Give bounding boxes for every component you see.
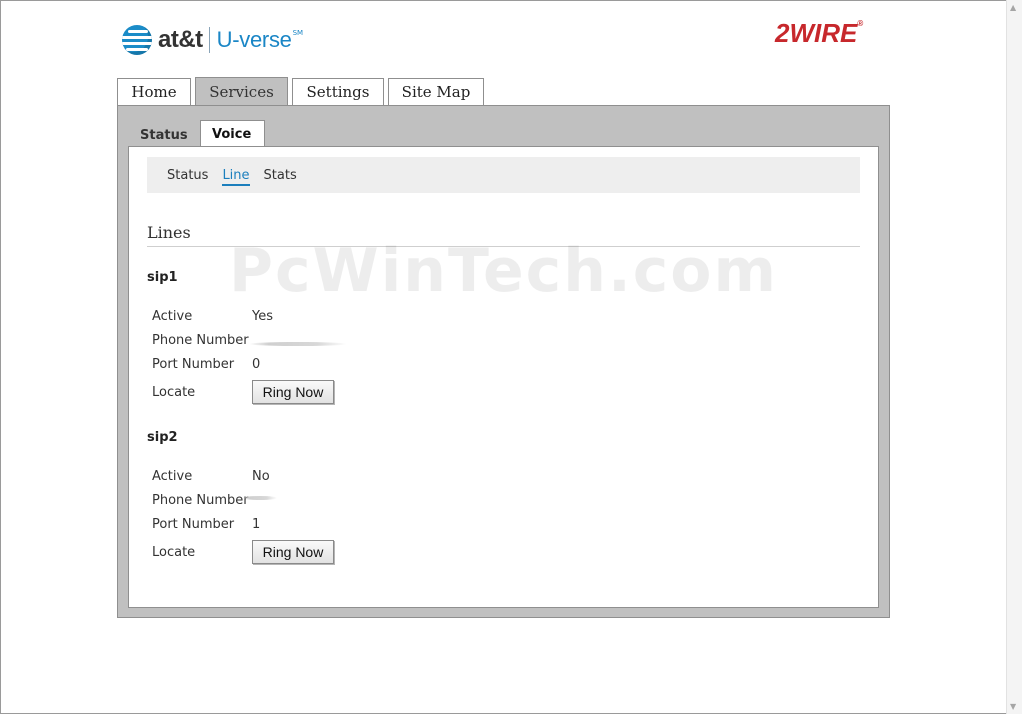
tab-services[interactable]: Services <box>195 77 288 106</box>
line-name-sip1: sip1 <box>147 270 178 285</box>
tab-home[interactable]: Home <box>117 78 191 105</box>
tab-settings[interactable]: Settings <box>292 78 384 105</box>
voice-subnav: Status Line Stats <box>147 157 860 193</box>
services-panel: Status Voice Status Line Stats Lines sip… <box>117 105 890 618</box>
port-number-value: 0 <box>252 357 261 372</box>
active-label: Active <box>152 469 193 484</box>
locate-label: Locate <box>152 385 196 400</box>
voice-content: Status Line Stats Lines sip1 Active Yes … <box>128 146 879 608</box>
lines-heading: Lines <box>147 223 860 247</box>
ring-now-button-sip1[interactable]: Ring Now <box>252 380 334 404</box>
tab-site-map[interactable]: Site Map <box>388 78 484 105</box>
subtab-status[interactable]: Status <box>129 122 197 148</box>
att-wordmark: at&t <box>158 26 203 53</box>
active-value: Yes <box>252 309 273 324</box>
port-number-label: Port Number <box>152 357 235 372</box>
subtab-voice[interactable]: Voice <box>200 120 265 148</box>
twowire-logo: 2WIRE® <box>775 18 863 49</box>
subnav-stats-link[interactable]: Stats <box>264 168 297 183</box>
port-number-label: Port Number <box>152 517 235 532</box>
main-navigation-tabs: Home Services Settings Site Map <box>117 77 488 107</box>
uverse-trademark: SM <box>292 29 304 37</box>
subnav-line-link[interactable]: Line <box>222 168 250 186</box>
scroll-up-icon[interactable]: ▲ <box>1010 3 1016 12</box>
twowire-registered-mark: ® <box>857 19 864 29</box>
phone-number-redacted <box>249 342 347 346</box>
ring-now-button-sip2[interactable]: Ring Now <box>252 540 334 564</box>
vertical-scrollbar[interactable]: ▲ ▼ <box>1006 0 1022 714</box>
services-sub-tabs: Status Voice <box>129 120 269 148</box>
line-name-sip2: sip2 <box>147 430 178 445</box>
active-value: No <box>252 469 270 484</box>
port-number-value: 1 <box>252 517 261 532</box>
att-globe-icon <box>122 25 152 55</box>
twowire-wordmark: 2WIRE <box>775 18 858 48</box>
active-label: Active <box>152 309 193 324</box>
subnav-status-link[interactable]: Status <box>167 168 208 183</box>
logo-divider <box>208 27 210 53</box>
locate-label: Locate <box>152 545 196 560</box>
phone-number-label: Phone Number <box>152 333 249 348</box>
phone-number-label: Phone Number <box>152 493 249 508</box>
phone-number-redacted <box>243 496 277 500</box>
scroll-down-icon[interactable]: ▼ <box>1010 702 1016 711</box>
att-uverse-logo: at&t U-verse SM <box>122 24 303 56</box>
uverse-wordmark: U-verse <box>216 27 292 52</box>
